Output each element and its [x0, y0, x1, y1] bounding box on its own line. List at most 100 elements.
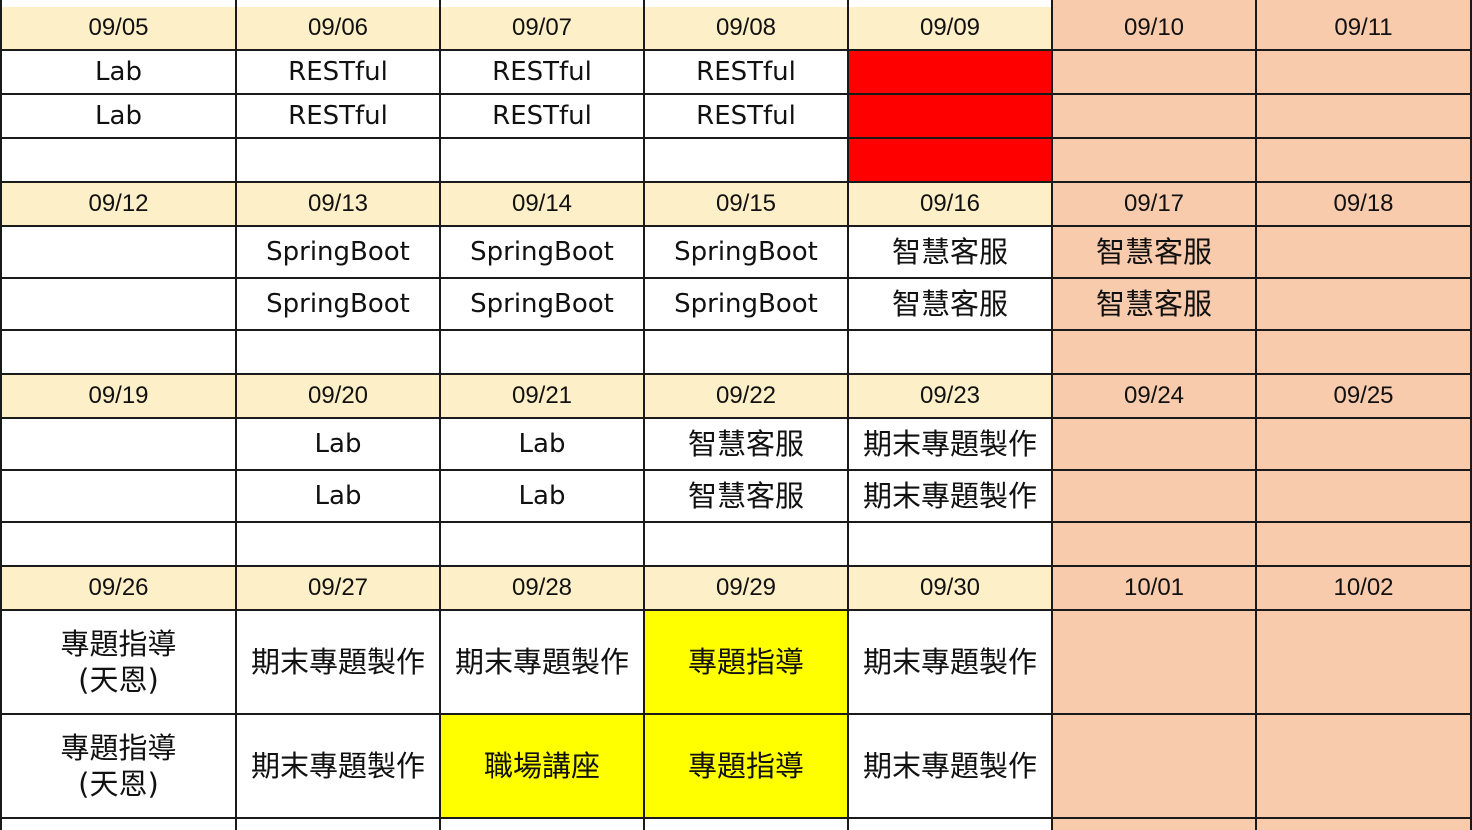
date-header-cell[interactable]: 09/25	[1257, 375, 1472, 419]
schedule-cell[interactable]: 專題指導 (天恩)	[0, 611, 237, 715]
schedule-cell[interactable]: RESTful	[237, 95, 441, 139]
schedule-cell[interactable]: Lab	[0, 95, 237, 139]
date-header-cell[interactable]: 09/30	[849, 567, 1053, 611]
schedule-cell[interactable]: 期末專題製作	[237, 611, 441, 715]
schedule-cell[interactable]: Lab	[0, 51, 237, 95]
schedule-cell[interactable]	[849, 331, 1053, 375]
schedule-cell[interactable]: RESTful	[441, 95, 645, 139]
date-header-cell[interactable]: 09/18	[1257, 183, 1472, 227]
schedule-cell[interactable]: RESTful	[237, 51, 441, 95]
schedule-cell[interactable]	[1053, 139, 1257, 183]
date-header-cell[interactable]: 09/26	[0, 567, 237, 611]
schedule-cell[interactable]: 期末專題製作	[849, 611, 1053, 715]
date-header-cell[interactable]: 10/01	[1053, 567, 1257, 611]
schedule-cell[interactable]	[1257, 611, 1472, 715]
schedule-cell[interactable]: 智慧客服	[849, 227, 1053, 279]
date-header-cell[interactable]: 09/22	[645, 375, 849, 419]
date-header-cell[interactable]: 09/16	[849, 183, 1053, 227]
schedule-cell[interactable]: SpringBoot	[441, 279, 645, 331]
schedule-cell[interactable]: 智慧客服	[645, 419, 849, 471]
schedule-cell[interactable]: SpringBoot	[645, 279, 849, 331]
schedule-cell[interactable]: 職場講座	[441, 715, 645, 819]
schedule-cell[interactable]	[1053, 51, 1257, 95]
schedule-cell[interactable]	[237, 331, 441, 375]
schedule-cell[interactable]	[645, 331, 849, 375]
date-header-cell[interactable]: 09/24	[1053, 375, 1257, 419]
schedule-cell[interactable]	[1257, 139, 1472, 183]
date-header-cell[interactable]: 09/11	[1257, 7, 1472, 51]
schedule-cell[interactable]	[237, 139, 441, 183]
schedule-cell[interactable]	[1053, 95, 1257, 139]
date-header-cell[interactable]: 09/14	[441, 183, 645, 227]
date-header-cell[interactable]: 09/23	[849, 375, 1053, 419]
schedule-cell[interactable]	[645, 139, 849, 183]
schedule-cell[interactable]	[0, 227, 237, 279]
date-header-cell[interactable]: 09/29	[645, 567, 849, 611]
schedule-cell[interactable]	[1257, 523, 1472, 567]
schedule-cell[interactable]	[0, 139, 237, 183]
schedule-cell[interactable]	[0, 471, 237, 523]
clipped-cell[interactable]	[849, 819, 1053, 830]
date-header-cell[interactable]: 09/09	[849, 7, 1053, 51]
schedule-cell[interactable]	[1257, 227, 1472, 279]
schedule-cell[interactable]: 智慧客服	[645, 471, 849, 523]
date-header-cell[interactable]: 09/05	[0, 7, 237, 51]
schedule-cell[interactable]	[441, 331, 645, 375]
schedule-cell[interactable]	[441, 523, 645, 567]
date-header-cell[interactable]: 09/20	[237, 375, 441, 419]
schedule-cell[interactable]	[1053, 611, 1257, 715]
schedule-cell[interactable]	[1257, 95, 1472, 139]
clipped-cell[interactable]	[441, 819, 645, 830]
date-header-cell[interactable]: 09/27	[237, 567, 441, 611]
date-header-cell[interactable]: 09/19	[0, 375, 237, 419]
schedule-cell[interactable]: SpringBoot	[441, 227, 645, 279]
schedule-cell[interactable]: 期末專題製作	[237, 715, 441, 819]
schedule-cell[interactable]: RESTful	[441, 51, 645, 95]
schedule-cell[interactable]	[849, 51, 1053, 95]
schedule-cell[interactable]: SpringBoot	[237, 279, 441, 331]
date-header-cell[interactable]: 09/08	[645, 7, 849, 51]
schedule-cell[interactable]: Lab	[441, 419, 645, 471]
schedule-cell[interactable]: Lab	[441, 471, 645, 523]
schedule-cell[interactable]	[1257, 471, 1472, 523]
schedule-cell[interactable]: 智慧客服	[1053, 227, 1257, 279]
date-header-cell[interactable]: 10/02	[1257, 567, 1472, 611]
schedule-cell[interactable]	[441, 139, 645, 183]
schedule-cell[interactable]	[1053, 331, 1257, 375]
clipped-cell[interactable]	[1257, 819, 1472, 830]
schedule-cell[interactable]: 智慧客服	[1053, 279, 1257, 331]
schedule-cell[interactable]: RESTful	[645, 51, 849, 95]
schedule-cell[interactable]	[849, 523, 1053, 567]
schedule-cell[interactable]: 專題指導 (天恩)	[0, 715, 237, 819]
schedule-cell[interactable]: RESTful	[645, 95, 849, 139]
date-header-cell[interactable]: 09/13	[237, 183, 441, 227]
date-header-cell[interactable]: 09/07	[441, 7, 645, 51]
date-header-cell[interactable]: 09/17	[1053, 183, 1257, 227]
schedule-cell[interactable]: 專題指導	[645, 611, 849, 715]
schedule-cell[interactable]	[1053, 471, 1257, 523]
schedule-cell[interactable]	[1257, 51, 1472, 95]
date-header-cell[interactable]: 09/21	[441, 375, 645, 419]
date-header-cell[interactable]: 09/12	[0, 183, 237, 227]
schedule-cell[interactable]	[1257, 279, 1472, 331]
date-header-cell[interactable]: 09/06	[237, 7, 441, 51]
schedule-cell[interactable]	[0, 419, 237, 471]
schedule-cell[interactable]: 期末專題製作	[441, 611, 645, 715]
schedule-cell[interactable]: 期末專題製作	[849, 419, 1053, 471]
schedule-cell[interactable]	[849, 139, 1053, 183]
schedule-cell[interactable]: 專題指導	[645, 715, 849, 819]
clipped-cell[interactable]	[0, 819, 237, 830]
schedule-cell[interactable]	[1257, 331, 1472, 375]
schedule-cell[interactable]: SpringBoot	[645, 227, 849, 279]
schedule-cell[interactable]	[237, 523, 441, 567]
date-header-cell[interactable]: 09/15	[645, 183, 849, 227]
schedule-cell[interactable]: Lab	[237, 471, 441, 523]
schedule-cell[interactable]	[0, 331, 237, 375]
clipped-cell[interactable]	[645, 819, 849, 830]
clipped-cell[interactable]	[1053, 819, 1257, 830]
schedule-cell[interactable]	[1053, 715, 1257, 819]
schedule-cell[interactable]	[0, 523, 237, 567]
schedule-cell[interactable]: 智慧客服	[849, 279, 1053, 331]
schedule-cell[interactable]: 期末專題製作	[849, 471, 1053, 523]
schedule-cell[interactable]	[849, 95, 1053, 139]
